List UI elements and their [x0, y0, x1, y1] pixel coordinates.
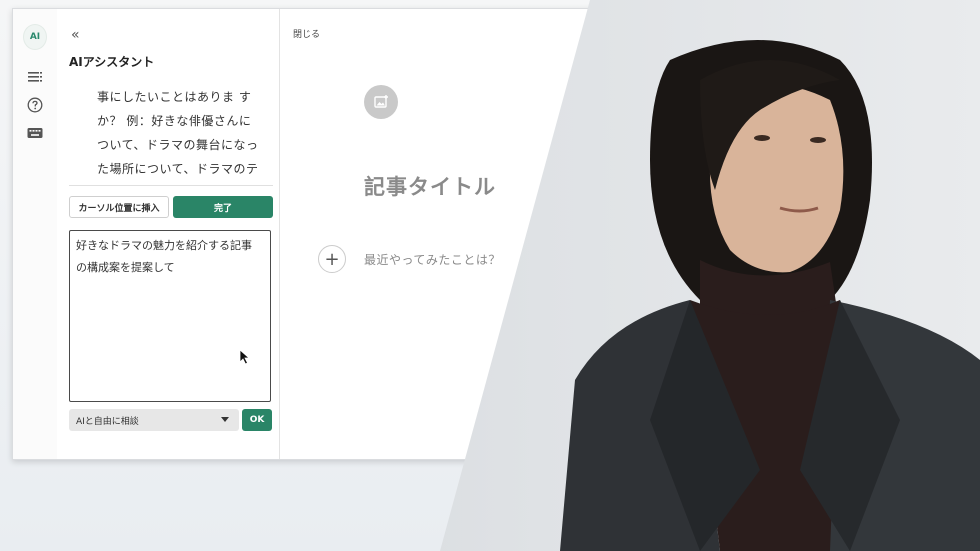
done-button[interactable]: 完了 [173, 196, 273, 218]
assistant-message: 事にしたいことはありま す か？ 例：好きな俳優さんに ついて、ドラマの舞台にな… [97, 85, 277, 181]
insert-at-cursor-button[interactable]: カーソル位置に挿入 [69, 196, 169, 218]
prompt-line: の構成案を提案して [76, 261, 175, 274]
mode-select-value: AIと自由に相談 [76, 416, 139, 427]
message-line: た場所について、ドラマのテ [97, 162, 259, 176]
ai-logo-icon: AI [23, 24, 47, 50]
collapse-panel-button[interactable]: « [71, 27, 80, 43]
ai-logo-text: AI [29, 32, 41, 42]
add-block-button[interactable]: + [318, 245, 346, 273]
help-button[interactable] [23, 93, 47, 117]
prompt-input[interactable]: 好きなドラマの魅力を紹介する記事 の構成案を提案して [69, 230, 271, 402]
chevron-down-icon [221, 417, 229, 422]
list-button[interactable] [23, 65, 47, 89]
ok-button[interactable]: OK [242, 409, 272, 431]
ai-assistant-panel: « AIアシスタント 事にしたいことはありま す か？ 例：好きな俳優さんに つ… [57, 9, 280, 459]
mode-select[interactable]: AIと自由に相談 [69, 409, 239, 431]
close-button[interactable]: 閉じる [293, 27, 320, 40]
message-line: 事にしたいことはありま す [97, 90, 252, 104]
help-icon [27, 97, 43, 113]
side-rail: AI [13, 9, 58, 459]
keyboard-icon [27, 128, 43, 138]
article-title-field[interactable]: 記事タイトル [364, 171, 496, 201]
image-add-icon [374, 95, 388, 108]
ai-logo-button[interactable]: AI [23, 24, 47, 50]
add-image-button[interactable] [364, 85, 398, 119]
panel-title: AIアシスタント [69, 55, 155, 69]
list-icon [28, 72, 42, 82]
divider [69, 185, 273, 186]
message-line: ついて、ドラマの舞台になっ [97, 138, 259, 152]
mouse-pointer-icon [239, 349, 251, 365]
keyboard-button[interactable] [23, 121, 47, 145]
article-body-field[interactable]: 最近やってみたことは？ [364, 251, 501, 268]
prompt-line: 好きなドラマの魅力を紹介する記事 [76, 239, 252, 252]
message-line: か？ 例：好きな俳優さんに [97, 114, 252, 128]
